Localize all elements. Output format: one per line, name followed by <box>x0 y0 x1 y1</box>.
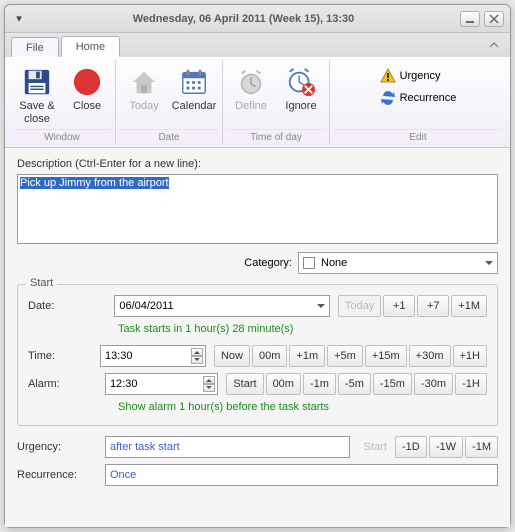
time-plus-15m-chip[interactable]: +15m <box>365 345 407 367</box>
save-and-close-button[interactable]: Save & close <box>13 62 61 129</box>
calendar-button[interactable]: Calendar <box>170 62 218 129</box>
start-date-label: Date: <box>28 300 106 312</box>
ribbon-group-time: Define Ignore Time of day <box>223 60 330 145</box>
ribbon-group-edit: Urgency Recurrence Edit <box>330 60 506 145</box>
ribbon: Save & close Close Window Today <box>5 56 510 148</box>
date-plus-7-chip[interactable]: +7 <box>417 295 449 317</box>
spin-down-icon[interactable] <box>203 384 215 392</box>
description-label: Description (Ctrl-Enter for a new line): <box>17 158 498 170</box>
time-spinner[interactable] <box>191 347 203 365</box>
date-plus-1m-chip[interactable]: +1M <box>451 295 487 317</box>
start-time-label: Time: <box>28 350 92 362</box>
alarm-clock-icon <box>235 66 267 98</box>
tab-file[interactable]: File <box>11 37 59 57</box>
time-now-chip[interactable]: Now <box>214 345 250 367</box>
recurrence-arrows-icon <box>380 90 396 106</box>
ribbon-tabstrip: File Home <box>5 33 510 57</box>
minimize-button[interactable] <box>460 11 480 27</box>
quick-access-dropdown-icon[interactable]: ▾ <box>11 11 27 27</box>
start-groupbox: Start Date: 06/04/2011 Today +1 +7 +1M T… <box>17 284 498 426</box>
category-label: Category: <box>244 257 292 269</box>
urgency-label: Urgency: <box>17 441 97 453</box>
alarm-minus-1h-chip[interactable]: -1H <box>455 373 487 395</box>
close-window-button[interactable] <box>484 11 504 27</box>
time-plus-1h-chip[interactable]: +1H <box>453 345 488 367</box>
time-plus-1m-chip[interactable]: +1m <box>289 345 325 367</box>
recurrence-input[interactable]: Once <box>105 464 498 486</box>
start-date-hint: Task starts in 1 hour(s) 28 minute(s) <box>118 323 487 335</box>
alarm-minus-5m-chip[interactable]: -5m <box>338 373 371 395</box>
house-icon <box>128 66 160 98</box>
category-dropdown[interactable]: None <box>298 252 498 274</box>
today-button[interactable]: Today <box>120 62 168 129</box>
time-plus-30m-chip[interactable]: +30m <box>409 345 451 367</box>
no-entry-icon <box>71 66 103 98</box>
spin-up-icon[interactable] <box>203 376 215 384</box>
urgency-input[interactable]: after task start <box>105 436 350 458</box>
alarm-hint: Show alarm 1 hour(s) before the task sta… <box>118 401 487 413</box>
floppy-disk-icon <box>21 66 53 98</box>
alarm-minus-15m-chip[interactable]: -15m <box>373 373 412 395</box>
description-text-selected: Pick up Jimmy from the airport <box>20 177 169 189</box>
warning-triangle-icon <box>380 68 396 84</box>
alarm-spinner[interactable] <box>203 375 215 393</box>
urgency-start-chip: Start <box>358 436 393 458</box>
window-title: Wednesday, 06 April 2011 (Week 15), 13:3… <box>27 13 460 25</box>
time-plus-5m-chip[interactable]: +5m <box>327 345 363 367</box>
tab-home[interactable]: Home <box>61 36 120 57</box>
urgency-minus-1m-chip[interactable]: -1M <box>465 436 498 458</box>
alarm-label: Alarm: <box>28 378 97 390</box>
start-time-input[interactable]: 13:30 <box>100 345 206 367</box>
time-00m-chip[interactable]: 00m <box>252 345 287 367</box>
ignore-time-button[interactable]: Ignore <box>277 62 325 129</box>
close-button[interactable]: Close <box>63 62 111 129</box>
start-date-input[interactable]: 06/04/2011 <box>114 295 330 317</box>
titlebar: ▾ Wednesday, 06 April 2011 (Week 15), 13… <box>5 5 510 33</box>
alarm-start-chip[interactable]: Start <box>226 373 263 395</box>
form-body: Description (Ctrl-Enter for a new line):… <box>5 148 510 527</box>
alarm-clock-cancel-icon <box>285 66 317 98</box>
spin-up-icon[interactable] <box>191 348 203 356</box>
spin-down-icon[interactable] <box>191 356 203 364</box>
date-plus-1-chip[interactable]: +1 <box>383 295 415 317</box>
ribbon-group-date: Today Calendar Date <box>116 60 223 145</box>
date-today-chip[interactable]: Today <box>338 295 381 317</box>
chevron-down-icon <box>317 304 325 312</box>
urgency-button[interactable]: Urgency <box>376 66 461 86</box>
alarm-minus-30m-chip[interactable]: -30m <box>414 373 453 395</box>
category-value: None <box>321 257 347 269</box>
recurrence-label: Recurrence: <box>17 469 97 481</box>
ribbon-group-window: Save & close Close Window <box>9 60 116 145</box>
category-color-swatch <box>303 257 315 269</box>
alarm-00m-chip[interactable]: 00m <box>266 373 301 395</box>
calendar-icon <box>178 66 210 98</box>
urgency-minus-1w-chip[interactable]: -1W <box>429 436 463 458</box>
description-input[interactable]: Pick up Jimmy from the airport <box>17 174 498 244</box>
define-time-button[interactable]: Define <box>227 62 275 129</box>
alarm-minus-1m-chip[interactable]: -1m <box>303 373 336 395</box>
urgency-minus-1d-chip[interactable]: -1D <box>395 436 427 458</box>
task-editor-window: ▾ Wednesday, 06 April 2011 (Week 15), 13… <box>4 4 511 528</box>
collapse-ribbon-icon[interactable] <box>486 37 502 53</box>
recurrence-button[interactable]: Recurrence <box>376 88 461 108</box>
alarm-input[interactable]: 12:30 <box>105 373 218 395</box>
start-legend: Start <box>26 277 57 289</box>
